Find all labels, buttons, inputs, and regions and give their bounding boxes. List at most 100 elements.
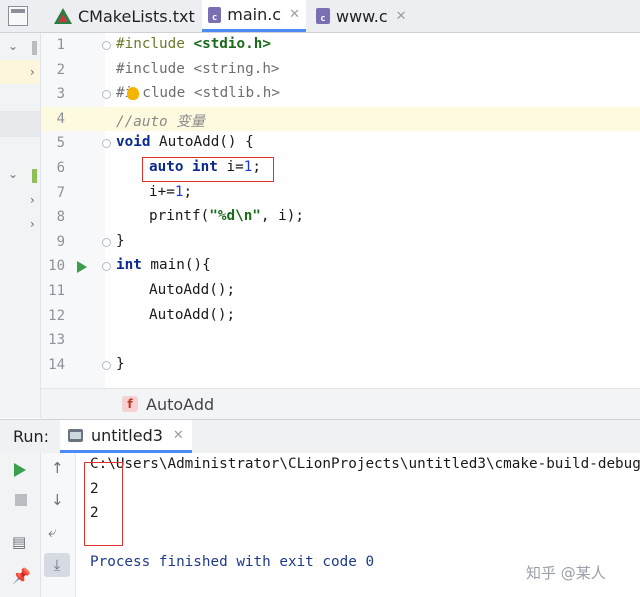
code-fragment: clude <stdlib.h> [142,85,280,101]
layout-icon: ▤ [12,533,27,551]
fold-marker-icon[interactable] [102,262,111,271]
keyword: void [116,134,151,150]
tab-main-c[interactable]: c main.c ✕ [202,0,306,32]
line-number: 9 [56,234,65,250]
c-file-icon: c [208,6,222,23]
cmake-icon [54,8,72,24]
lightbulb-icon[interactable] [127,87,139,100]
layout-button[interactable]: ▤ [12,533,26,551]
line-number: 11 [48,283,65,299]
library-icon [32,169,37,183]
close-icon[interactable]: ✕ [173,428,184,443]
code-line-8: printf("%d\n", i); [149,208,304,224]
string-literal: "%d\n" [209,208,261,224]
code-line-2: #include <string.h> [116,61,280,77]
console-line-command: C:\Users\Administrator\CLionProjects\unt… [90,456,640,472]
console-toolbar: ↑ ↓ ⤶ ⤓ [41,453,76,597]
pin-button[interactable]: 📌 [12,567,31,585]
run-label: Run: [13,427,50,446]
run-main-icon[interactable] [77,261,87,273]
keyword: int [116,257,142,273]
code-line-12: AutoAdd(); [149,307,236,323]
fold-marker-icon[interactable] [102,361,111,370]
soft-wrap-icon: ⤶ [48,523,57,541]
tab-www-c[interactable]: c www.c ✕ [310,0,413,32]
code-line-5: void AutoAdd() { [116,134,254,150]
line-number: 5 [56,135,65,151]
line-number: 14 [48,357,65,373]
scroll-down-button[interactable]: ↓ [51,491,64,509]
console-icon [68,428,83,442]
code-line-7: i+=1; [149,184,192,200]
project-view-icon[interactable] [8,6,28,26]
code-fragment: AutoAdd() { [150,134,254,150]
chevron-right-icon[interactable]: › [30,65,35,79]
project-panel-strip: ⌄ › ⌄ › › [0,33,41,418]
breadcrumb-function[interactable]: AutoAdd [146,395,214,414]
code-line-1: #include <stdio.h> [116,36,271,52]
run-tab-untitled3[interactable]: untitled3 ✕ [60,420,192,453]
pin-icon: 📌 [12,567,31,585]
tab-label: main.c [227,5,282,24]
code-line-3: #i clude <stdlib.h> [116,85,280,101]
chevron-right-icon[interactable]: › [30,193,35,207]
run-toolbar: ▤ 📌 [0,453,41,597]
preprocessor-directive: #include [116,36,185,52]
line-number: 3 [56,86,65,102]
fold-marker-icon[interactable] [102,41,111,50]
code-line-4: //auto 变量 [116,114,205,130]
play-icon [14,463,26,477]
row-band [0,111,40,137]
line-number: 8 [56,209,65,225]
tab-label: CMakeLists.txt [78,6,195,26]
run-tool-window-header: Run: untitled3 ✕ [0,419,640,453]
chevron-down-icon[interactable]: ⌄ [8,167,18,181]
code-line-10: int main(){ [116,257,211,273]
line-number: 2 [56,62,65,78]
rerun-button[interactable] [14,463,26,477]
code-fragment: printf( [149,208,210,224]
code-line-9: } [116,233,125,249]
annotation-box [142,157,274,182]
tab-label: www.c [336,6,388,26]
run-tab-label: untitled3 [91,425,163,445]
line-number: 7 [56,185,65,201]
arrow-up-icon: ↑ [51,459,64,477]
tab-cmakelists[interactable]: CMakeLists.txt ✕ [48,0,220,32]
close-icon[interactable]: ✕ [396,9,407,24]
code-line-11: AutoAdd(); [149,282,236,298]
folder-icon [32,41,37,55]
editor-tab-bar: CMakeLists.txt ✕ c main.c ✕ c www.c ✕ [0,0,640,33]
fold-marker-icon[interactable] [102,139,111,148]
code-line-14: } [116,356,125,372]
line-number: 13 [48,332,65,348]
fold-marker-icon[interactable] [102,238,111,247]
line-number: 1 [56,37,65,53]
breadcrumb[interactable]: f AutoAdd [41,388,640,419]
close-icon[interactable]: ✕ [289,7,300,22]
stop-button[interactable] [15,494,27,506]
include-header: <stdio.h> [193,36,271,52]
arrow-down-icon: ↓ [51,491,64,509]
scroll-to-end-icon: ⤓ [53,556,61,574]
code-fragment: ; [183,184,193,200]
function-icon: f [122,396,138,412]
line-number: 12 [48,308,65,324]
watermark: 知乎 @某人 [526,564,606,582]
scroll-to-end-button[interactable]: ⤓ [44,553,70,577]
fold-marker-icon[interactable] [102,90,111,99]
chevron-down-icon[interactable]: ⌄ [8,39,18,53]
code-fragment: , i); [260,208,304,224]
code-fragment: i+= [149,184,175,200]
code-fragment: main(){ [141,257,211,273]
c-file-icon: c [316,8,330,24]
soft-wrap-button[interactable]: ⤶ [48,523,56,541]
stop-icon [15,494,27,506]
line-number: 10 [48,258,65,274]
scroll-up-button[interactable]: ↑ [51,459,64,477]
line-number: 6 [56,160,65,176]
console-line-exit: Process finished with exit code 0 [90,554,375,570]
chevron-right-icon[interactable]: › [30,217,35,231]
line-number: 4 [56,111,65,127]
annotation-box [84,462,123,546]
